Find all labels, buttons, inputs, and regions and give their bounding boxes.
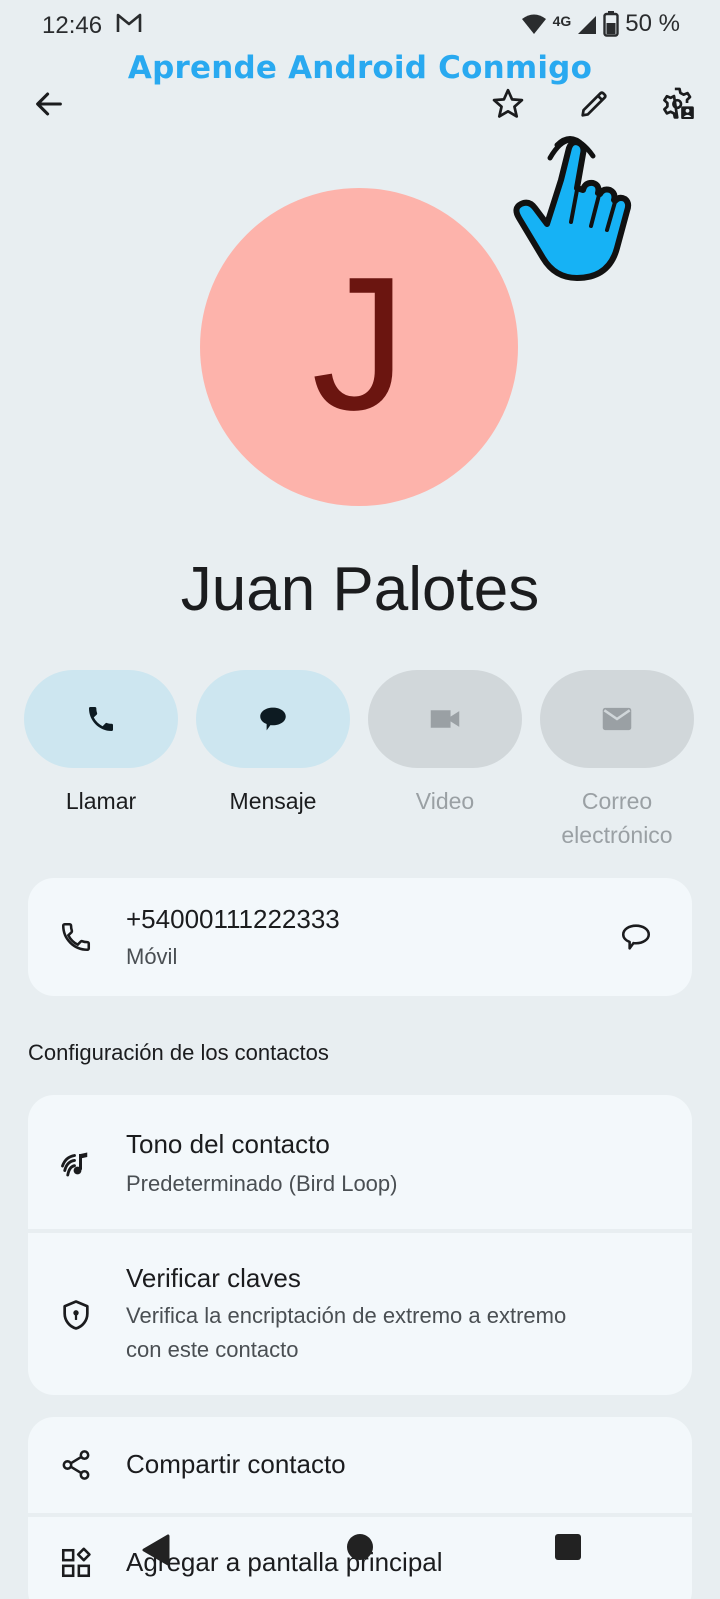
mail-icon: [602, 707, 632, 731]
message-button[interactable]: [196, 670, 350, 768]
call-button[interactable]: [24, 670, 178, 768]
message-icon: [260, 707, 286, 731]
email-label-line2: electrónico: [561, 822, 673, 848]
phone-icon: [58, 919, 94, 955]
video-action[interactable]: Video: [359, 670, 531, 818]
signal-icon: [578, 16, 597, 34]
phone-icon: [89, 707, 113, 731]
message-outline-icon: [621, 924, 651, 950]
video-button[interactable]: [368, 670, 522, 768]
verify-keys-description: Verifica la encriptación de extremo a ex…: [126, 1299, 566, 1367]
ringtone-row[interactable]: Tono del contacto Predeterminado (Bird L…: [28, 1095, 692, 1229]
message-action[interactable]: Mensaje: [187, 670, 359, 818]
verify-keys-description-line1: Verifica la encriptación de extremo a ex…: [126, 1303, 567, 1328]
ringtone-title: Tono del contacto: [126, 1129, 330, 1159]
phone-number-card[interactable]: +54000111222333 Móvil: [28, 878, 692, 996]
phone-type: Móvil: [126, 944, 178, 969]
share-icon: [58, 1447, 94, 1483]
wifi-icon: [521, 14, 546, 34]
arrow-back-icon: [36, 92, 62, 116]
send-message-button[interactable]: [618, 919, 654, 955]
contact-settings-title: Configuración de los contactos: [28, 1040, 329, 1065]
pencil-icon: [581, 91, 607, 117]
status-time: 12:46: [42, 12, 103, 39]
triangle-back-icon: [142, 1534, 170, 1566]
ringtone-icon: [58, 1145, 94, 1181]
share-contact-row[interactable]: Compartir contacto: [28, 1417, 692, 1513]
contact-settings-icon: [663, 87, 694, 120]
email-action[interactable]: Correo electrónico: [531, 670, 703, 852]
battery-level: 50 %: [625, 10, 680, 37]
video-label: Video: [415, 788, 475, 814]
nav-recents-button[interactable]: [555, 1534, 581, 1560]
nav-back-button[interactable]: [138, 1530, 172, 1570]
email-label: Correo electrónico: [531, 784, 703, 852]
verify-keys-title: Verificar claves: [126, 1263, 301, 1293]
email-label-line1: Correo: [581, 788, 653, 814]
gmail-notification-icon: [116, 13, 142, 32]
email-button[interactable]: [540, 670, 694, 768]
shield-lock-icon: [58, 1297, 94, 1333]
message-label: Mensaje: [229, 788, 317, 814]
contact-name: Juan Palotes: [180, 555, 540, 624]
system-nav-bar: [0, 1530, 720, 1599]
verify-keys-row[interactable]: Verificar claves Verifica la encriptació…: [28, 1233, 692, 1395]
pointing-hand-icon: [513, 136, 632, 281]
back-button[interactable]: [25, 80, 73, 128]
verify-keys-description-line2: con este contacto: [126, 1337, 299, 1362]
quick-actions: Llamar Mensaje Video Correo electrónico: [0, 670, 720, 860]
star-outline-icon: [492, 88, 524, 118]
network-type: 4G: [552, 13, 572, 29]
call-action[interactable]: Llamar: [15, 670, 187, 818]
status-bar: 12:46 4G 50 %: [0, 0, 720, 52]
ringtone-value: Predeterminado (Bird Loop): [126, 1171, 398, 1196]
contact-avatar: J: [200, 188, 518, 506]
share-contact-label: Compartir contacto: [126, 1449, 346, 1479]
video-icon: [430, 710, 460, 728]
phone-number: +54000111222333: [126, 904, 340, 934]
battery-icon: [603, 11, 619, 37]
call-label: Llamar: [65, 788, 137, 814]
contact-settings-card: Tono del contacto Predeterminado (Bird L…: [28, 1095, 692, 1395]
status-indicators: 4G 50 %: [521, 10, 680, 38]
nav-home-button[interactable]: [347, 1534, 373, 1560]
contact-settings-button[interactable]: [654, 80, 702, 128]
avatar-initial: J: [311, 238, 407, 450]
